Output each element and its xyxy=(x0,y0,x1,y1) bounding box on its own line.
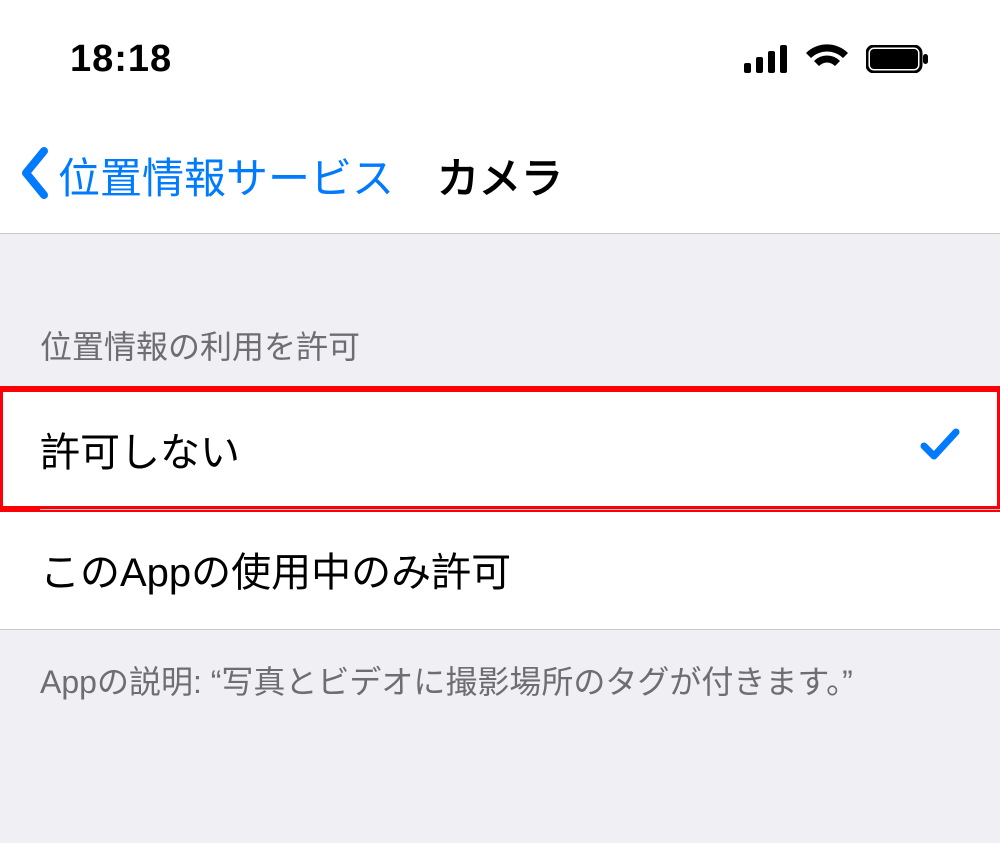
nav-bar: 位置情報サービス カメラ xyxy=(0,118,1000,234)
status-bar: 18:18 xyxy=(0,0,1000,118)
cellular-icon xyxy=(744,45,788,73)
section-header: 位置情報の利用を許可 xyxy=(0,234,1000,388)
app-explanation: Appの説明: “写真とビデオに撮影場所のタグが付きます。” xyxy=(0,630,1000,706)
permission-options-list: 許可しない このAppの使用中のみ許可 xyxy=(0,388,1000,630)
option-never[interactable]: 許可しない xyxy=(0,389,1000,509)
status-icons xyxy=(744,44,930,74)
option-label: このAppの使用中のみ許可 xyxy=(40,540,511,598)
checkmark-icon xyxy=(920,427,960,472)
battery-icon xyxy=(866,45,930,73)
back-chevron-icon[interactable] xyxy=(16,147,54,204)
back-button[interactable]: 位置情報サービス xyxy=(58,145,394,206)
status-time: 18:18 xyxy=(70,38,172,81)
option-while-using[interactable]: このAppの使用中のみ許可 xyxy=(0,509,1000,629)
wifi-icon xyxy=(806,44,848,74)
page-title: カメラ xyxy=(437,145,563,206)
option-label: 許可しない xyxy=(40,420,240,478)
